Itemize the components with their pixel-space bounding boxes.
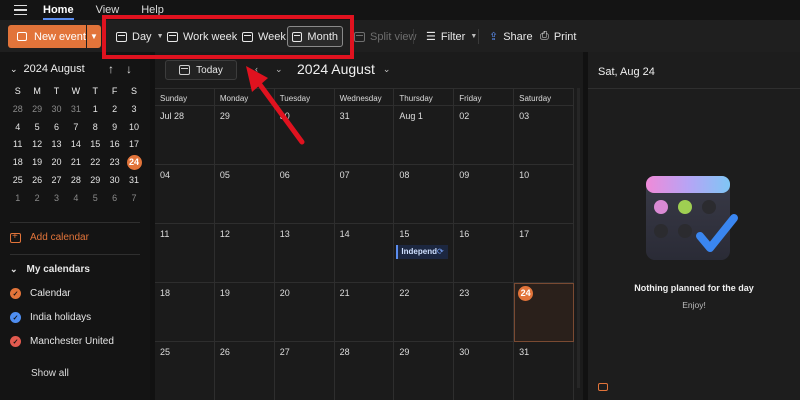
annotation-arrow-icon xyxy=(246,66,305,145)
